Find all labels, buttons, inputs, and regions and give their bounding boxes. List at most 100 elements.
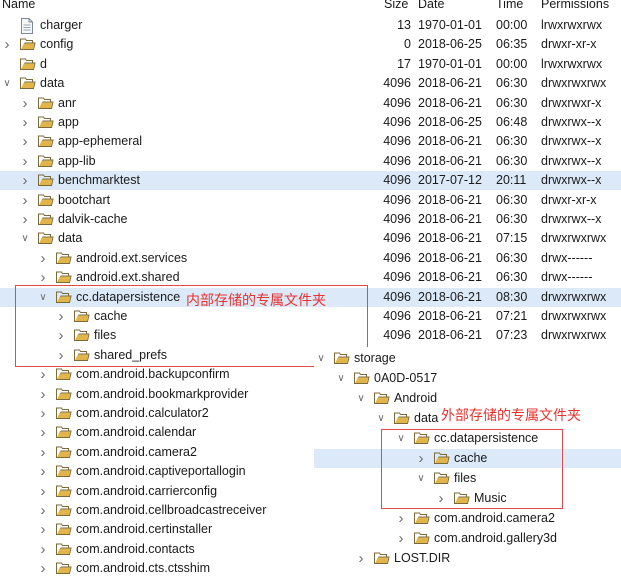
tree-row-label: com.android.cellbroadcastreceiver (76, 503, 267, 517)
folder-icon (38, 135, 54, 151)
folder-icon (56, 485, 72, 501)
storage-tree-row-storage[interactable]: ∨ storage (314, 349, 621, 368)
header-date[interactable]: Date (418, 0, 444, 11)
folder-icon (38, 116, 54, 132)
chevron-down-icon[interactable]: ∨ (2, 74, 12, 93)
date-cell: 2018-06-21 (418, 309, 482, 323)
chevron-right-icon[interactable]: › (2, 35, 12, 54)
tree-row-data-3[interactable]: ∨ data 4096 2018-06-21 06:30 drwxrwxrwx (0, 74, 621, 93)
tree-row-label: com.android.captiveportallogin (76, 464, 246, 478)
chevron-right-icon[interactable]: › (38, 520, 48, 539)
permissions-cell: drwxr-xr-x (541, 193, 597, 207)
storage-tree-row-label: com.android.camera2 (434, 511, 555, 525)
chevron-right-icon[interactable]: › (38, 501, 48, 520)
chevron-right-icon[interactable]: › (38, 462, 48, 481)
header-size[interactable]: Size (384, 0, 408, 11)
permissions-cell: drwxrwxrwx (541, 290, 607, 304)
size-cell: 4096 (383, 270, 411, 284)
folder-icon (334, 352, 350, 368)
external-annotation-box (381, 429, 563, 509)
chevron-right-icon[interactable]: › (20, 191, 30, 210)
tree-row-dalvik-cache-10[interactable]: › dalvik-cache 4096 2018-06-21 06:30 drwxrwx-… (0, 210, 621, 229)
storage-tree-row-label: LOST.DIR (394, 551, 451, 565)
chevron-down-icon[interactable]: ∨ (376, 409, 386, 428)
folder-icon (38, 232, 54, 248)
chevron-right-icon[interactable]: › (38, 385, 48, 404)
permissions-cell: drwxrwxr-x (541, 96, 602, 110)
tree-row-android-ext-services-12[interactable]: › android.ext.services 4096 2018-06-21 06:30… (0, 249, 621, 268)
internal-annotation-label: 内部存储的专属文件夹 (186, 292, 326, 308)
tree-row-app-5[interactable]: › app 4096 2018-06-25 06:48 drwxrwx--x (0, 113, 621, 132)
chevron-right-icon[interactable]: › (20, 132, 30, 151)
chevron-right-icon[interactable]: › (20, 94, 30, 113)
tree-row-label: data (40, 76, 65, 90)
chevron-right-icon[interactable]: › (38, 559, 48, 578)
chevron-right-icon[interactable]: › (38, 249, 48, 268)
folder-icon (38, 155, 54, 171)
storage-tree-row-label: Android (394, 391, 438, 405)
folder-icon (56, 504, 72, 520)
header-permissions[interactable]: Permissions (541, 0, 609, 11)
tree-row-anr-4[interactable]: › anr 4096 2018-06-21 06:30 drwxrwxr-x (0, 94, 621, 113)
chevron-right-icon[interactable]: › (20, 152, 30, 171)
date-cell: 2018-06-21 (418, 134, 482, 148)
tree-row-bootchart-9[interactable]: › bootchart 4096 2018-06-21 06:30 drwxr-xr-x (0, 191, 621, 210)
storage-tree-row-lost-dir[interactable]: › LOST.DIR (314, 549, 621, 568)
chevron-down-icon[interactable]: ∨ (336, 369, 346, 388)
chevron-right-icon[interactable]: › (38, 423, 48, 442)
size-cell: 4096 (383, 290, 411, 304)
size-cell: 13 (397, 18, 411, 32)
storage-tree-row-label: 0A0D-0517 (374, 371, 438, 385)
chevron-right-icon[interactable]: › (38, 540, 48, 559)
chevron-right-icon[interactable]: › (20, 171, 30, 190)
storage-tree-row-com-android-gallery3d[interactable]: › com.android.gallery3d (314, 529, 621, 548)
chevron-right-icon[interactable]: › (38, 365, 48, 384)
size-cell: 4096 (383, 309, 411, 323)
date-cell: 2017-07-12 (418, 173, 482, 187)
chevron-down-icon[interactable]: ∨ (356, 389, 366, 408)
time-cell: 07:21 (496, 309, 528, 323)
chevron-right-icon[interactable]: › (356, 549, 366, 568)
date-cell: 2018-06-21 (418, 270, 482, 284)
tree-row-label: benchmarktest (58, 173, 140, 187)
tree-row-label: app-lib (58, 154, 96, 168)
storage-tree-row-0a0d-0517[interactable]: ∨ 0A0D-0517 (314, 369, 621, 388)
size-cell: 4096 (383, 251, 411, 265)
storage-tree-row-com-android-camera2[interactable]: › com.android.camera2 (314, 509, 621, 528)
chevron-right-icon[interactable]: › (38, 482, 48, 501)
tree-row-benchmarktest-8[interactable]: › benchmarktest 4096 2017-07-12 20:11 drwxrwx… (0, 171, 621, 190)
size-cell: 4096 (383, 328, 411, 342)
tree-row-charger-0[interactable]: charger 13 1970-01-01 00:00 lrwxrwxrwx (0, 16, 621, 35)
tree-row-d-2[interactable]: d 17 1970-01-01 00:00 lrwxrwxrwx (0, 55, 621, 74)
tree-row-label: com.android.calendar (76, 425, 197, 439)
chevron-right-icon[interactable]: › (20, 210, 30, 229)
chevron-right-icon[interactable]: › (396, 529, 406, 548)
chevron-right-icon[interactable]: › (396, 509, 406, 528)
permissions-cell: lrwxrwxrwx (541, 18, 603, 32)
tree-row-app-lib-7[interactable]: › app-lib 4096 2018-06-21 06:30 drwxrwx--x (0, 152, 621, 171)
header-name[interactable]: Name (2, 0, 35, 11)
tree-row-label: com.android.calculator2 (76, 406, 209, 420)
permissions-cell: drwxrwxrwx (541, 231, 607, 245)
date-cell: 2018-06-21 (418, 290, 482, 304)
size-cell: 4096 (383, 193, 411, 207)
chevron-right-icon[interactable]: › (20, 113, 30, 132)
date-cell: 2018-06-21 (418, 193, 482, 207)
tree-row-label: data (58, 231, 83, 245)
chevron-down-icon[interactable]: ∨ (20, 229, 30, 248)
header-time[interactable]: Time (496, 0, 523, 11)
storage-tree-row-label: data (414, 411, 439, 425)
folder-icon (56, 446, 72, 462)
date-cell: 1970-01-01 (418, 18, 482, 32)
tree-row-data-11[interactable]: ∨ data 4096 2018-06-21 07:15 drwxrwxrwx (0, 229, 621, 248)
folder-icon (56, 426, 72, 442)
folder-icon (56, 388, 72, 404)
chevron-right-icon[interactable]: › (38, 443, 48, 462)
tree-row-label: com.android.cts.ctsshim (76, 561, 211, 575)
chevron-right-icon[interactable]: › (38, 404, 48, 423)
permissions-cell: drwxrwx--x (541, 154, 602, 168)
tree-row-app-ephemeral-6[interactable]: › app-ephemeral 4096 2018-06-21 06:30 drwxrwx… (0, 132, 621, 151)
tree-row-config-1[interactable]: › config 0 2018-06-25 06:35 drwxr-xr-x (0, 35, 621, 54)
tree-row-label: app-ephemeral (58, 134, 143, 148)
chevron-down-icon[interactable]: ∨ (316, 349, 326, 368)
